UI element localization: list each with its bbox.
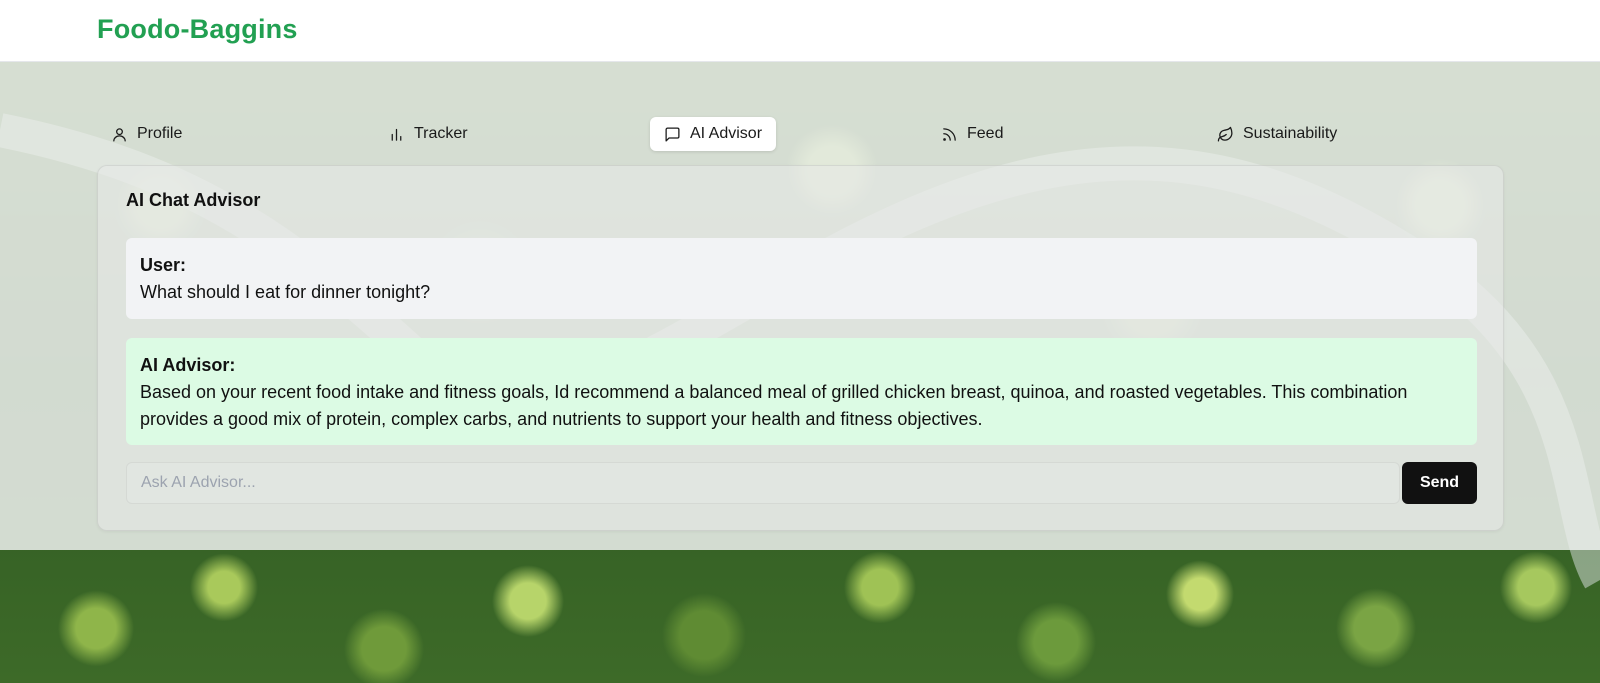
chat-input-row: Send	[126, 462, 1477, 504]
app-header: Foodo-Baggins	[0, 0, 1600, 62]
tab-label: Feed	[967, 125, 1004, 142]
tab-label: Profile	[137, 125, 183, 142]
main-tabs: Profile Tracker AI Advisor Feed Sustaina…	[97, 117, 1503, 153]
send-button[interactable]: Send	[1402, 462, 1477, 504]
message-square-icon	[665, 126, 680, 142]
message-sender: AI Advisor:	[140, 355, 236, 375]
message-sender: User:	[140, 255, 187, 275]
tab-label: Tracker	[414, 125, 468, 142]
chat-message-ai: AI Advisor: Based on your recent food in…	[126, 338, 1477, 445]
brand-logo[interactable]: Foodo-Baggins	[97, 14, 298, 45]
tab-label: AI Advisor	[690, 125, 763, 142]
tab-ai-advisor[interactable]: AI Advisor	[650, 117, 777, 151]
tab-sustainability[interactable]: Sustainability	[1203, 117, 1351, 151]
chat-message-user: User: What should I eat for dinner tonig…	[126, 238, 1477, 319]
bar-chart-icon	[391, 128, 402, 141]
tab-tracker[interactable]: Tracker	[374, 117, 482, 151]
ask-input[interactable]	[126, 462, 1400, 504]
tab-profile[interactable]: Profile	[97, 117, 196, 151]
leaf-icon	[1217, 126, 1233, 142]
message-text: Based on your recent food intake and fit…	[140, 382, 1408, 429]
message-text: What should I eat for dinner tonight?	[140, 282, 431, 302]
card-title: AI Chat Advisor	[126, 190, 261, 210]
user-icon	[113, 127, 126, 142]
tab-feed[interactable]: Feed	[927, 117, 1017, 151]
tab-label: Sustainability	[1243, 125, 1338, 142]
rss-icon	[943, 127, 956, 141]
ai-chat-card: AI Chat Advisor User: What should I eat …	[97, 165, 1504, 531]
